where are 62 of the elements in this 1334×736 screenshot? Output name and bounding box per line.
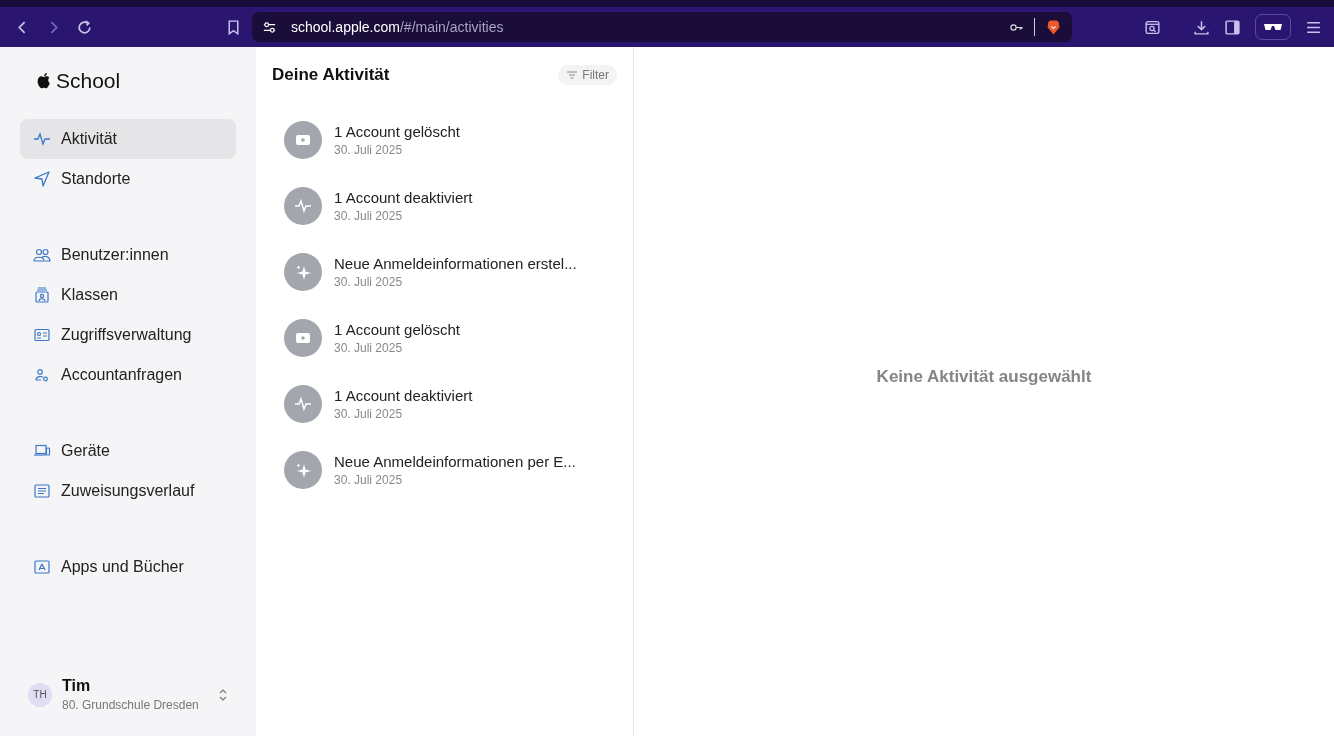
reload-icon[interactable] xyxy=(76,18,93,36)
user-avatar: TH xyxy=(28,682,52,707)
list-icon xyxy=(33,482,51,500)
organization-name: 80. Grundschule Dresden xyxy=(62,698,200,712)
device-badge-icon xyxy=(284,319,322,357)
personcog-icon xyxy=(33,366,51,384)
sidebar-item[interactable]: Standorte xyxy=(20,159,236,199)
activity-date: 30. Juli 2025 xyxy=(334,209,404,223)
sidebar-item[interactable]: Zuweisungsverlauf xyxy=(20,471,236,511)
glasses-icon xyxy=(1263,21,1283,33)
site-settings-icon xyxy=(262,19,277,35)
activity-date: 30. Juli 2025 xyxy=(334,473,404,487)
activity-title: 1 Account gelöscht xyxy=(334,123,460,140)
sidebar-item[interactable]: Apps und Bücher xyxy=(20,547,236,587)
sparkle-badge-icon xyxy=(284,253,322,291)
screenshot-search-icon[interactable] xyxy=(1144,18,1161,36)
activity-item[interactable]: 1 Account deaktiviert 30. Juli 2025 xyxy=(256,371,633,437)
people-icon xyxy=(33,246,51,264)
activity-date: 30. Juli 2025 xyxy=(334,275,404,289)
activity-date: 30. Juli 2025 xyxy=(334,407,404,421)
sparkle-badge-icon xyxy=(284,451,322,489)
activity-item[interactable]: Neue Anmeldeinformationen per E... 30. Juli 2025 xyxy=(256,437,633,503)
sidebar-item[interactable]: Aktivität xyxy=(20,119,236,159)
private-window-button[interactable] xyxy=(1255,14,1291,40)
lion-shield-icon[interactable] xyxy=(1045,18,1062,36)
apple-logo-icon xyxy=(36,71,52,91)
chevron-up-down-icon xyxy=(218,687,228,702)
activity-title: 1 Account gelöscht xyxy=(334,321,460,338)
filter-button[interactable]: Filter xyxy=(558,65,617,85)
sidebar-item[interactable]: Accountanfragen xyxy=(20,355,236,395)
pane-title: Deine Aktivität xyxy=(272,65,390,85)
activity-date: 30. Juli 2025 xyxy=(334,143,404,157)
sidebar-toggle-icon[interactable] xyxy=(1224,18,1241,36)
filter-icon xyxy=(566,70,579,80)
activity-item[interactable]: 1 Account gelöscht 30. Juli 2025 xyxy=(256,107,633,173)
pulse-icon xyxy=(33,130,51,148)
user-name: Tim xyxy=(62,677,92,695)
sidebar-item[interactable]: Klassen xyxy=(20,275,236,315)
activity-title: 1 Account deaktiviert xyxy=(334,189,473,206)
pulse-badge-icon xyxy=(284,385,322,423)
activity-item[interactable]: 1 Account deaktiviert 30. Juli 2025 xyxy=(256,173,633,239)
url-text: school.apple.com/#/main/activities xyxy=(291,19,504,35)
sidebar-item[interactable]: Geräte xyxy=(20,431,236,471)
pulse-badge-icon xyxy=(284,187,322,225)
account-switcher[interactable]: TH Tim 80. Grundschule Dresden xyxy=(20,667,236,722)
activity-item[interactable]: 1 Account gelöscht 30. Juli 2025 xyxy=(256,305,633,371)
app-name: School xyxy=(56,69,121,93)
device-badge-icon xyxy=(284,121,322,159)
activity-title: 1 Account deaktiviert xyxy=(334,387,473,404)
idcard-icon xyxy=(33,326,51,344)
activity-date: 30. Juli 2025 xyxy=(334,341,404,355)
activity-item[interactable]: Neue Anmeldeinformationen erstel... 30. Juli 2025 xyxy=(256,239,633,305)
class-icon xyxy=(33,286,51,304)
address-bar[interactable]: school.apple.com/#/main/activities xyxy=(252,12,1072,42)
sidebar-item[interactable]: Zugriffsverwaltung xyxy=(20,315,236,355)
location-icon xyxy=(33,170,51,188)
download-icon[interactable] xyxy=(1193,18,1210,36)
activity-title: Neue Anmeldeinformationen per E... xyxy=(334,453,576,470)
activity-title: Neue Anmeldeinformationen erstel... xyxy=(334,255,577,272)
apps-icon xyxy=(33,558,51,576)
empty-state-message: Keine Aktivität ausgewählt xyxy=(876,366,1092,387)
sidebar-item[interactable]: Benutzer:innen xyxy=(20,235,236,275)
